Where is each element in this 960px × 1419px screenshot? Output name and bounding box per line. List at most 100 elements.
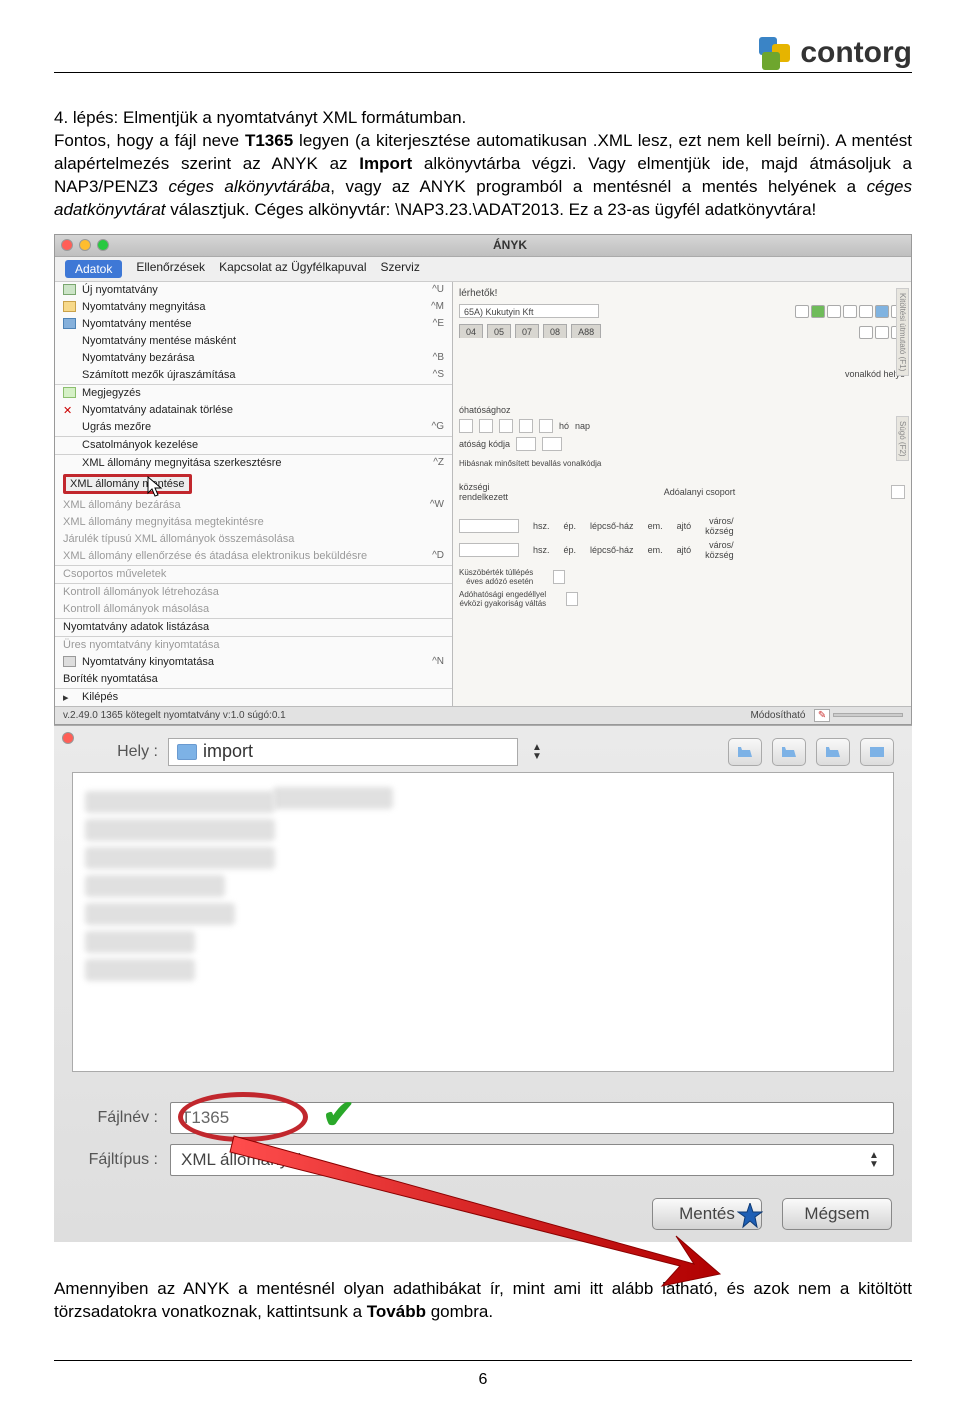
kuszob-label: Küszöbérték túllépés éves adózó esetén: [459, 568, 533, 586]
file-list[interactable]: [72, 772, 894, 1072]
nav-home-button[interactable]: [772, 738, 806, 766]
anyk-form-background: Kitöltési útmutató (F1) Súgó (F2) lérhet…: [453, 282, 911, 706]
mi-xml-megnyitas-szerk[interactable]: XML állomány megnyitása szerkesztésre^Z: [55, 455, 452, 472]
save-icon[interactable]: [875, 305, 889, 318]
adohat-label: Adóhatósági engedéllyel évközi gyakorisá…: [459, 590, 546, 608]
filename-highlight-annotation: [178, 1092, 308, 1142]
nav-up-button[interactable]: [728, 738, 762, 766]
cancel-button[interactable]: Mégsem: [782, 1198, 892, 1230]
p1-t9: céges alkönyvtárába: [168, 177, 330, 196]
window-title: ÁNYK: [115, 238, 905, 252]
folder-icon: [177, 744, 197, 760]
mi-csatolmanyok[interactable]: Csatolmányok kezelése: [55, 437, 452, 454]
lerhetok-label: lérhetők!: [459, 288, 905, 299]
p2-t2: Tovább: [367, 1302, 426, 1321]
save-dialog: Hely : import ▲▼: [54, 725, 912, 1242]
mi-boritek[interactable]: Boríték nyomtatása: [55, 671, 452, 688]
filetype-dropdown[interactable]: XML állományok ▲▼: [170, 1144, 894, 1176]
location-dropdown[interactable]: import: [168, 738, 518, 766]
check-icon[interactable]: [811, 305, 825, 318]
intro-paragraph: 4. lépés: Elmentjük a nyomtatványt XML f…: [54, 107, 912, 222]
menubar: Adatok Ellenőrzések Kapcsolat az Ügyfélk…: [55, 257, 911, 282]
company-field[interactable]: 65A) Kukutyin Kft: [459, 304, 599, 318]
mi-kilepes[interactable]: ▸Kilépés: [55, 689, 452, 706]
mi-megnyitas[interactable]: Nyomtatvány megnyitása^M: [55, 299, 452, 316]
adatok-dropdown: Új nyomtatvány^U Nyomtatvány megnyitása^…: [55, 282, 453, 706]
cursor-star-icon: [737, 1203, 763, 1229]
anyk-window: ÁNYK Adatok Ellenőrzések Kapcsolat az Üg…: [54, 234, 912, 725]
dialog-close-icon[interactable]: [62, 732, 74, 744]
mi-adat-listazas[interactable]: Nyomtatvány adatok listázása: [55, 619, 452, 636]
p2-t3: gombra.: [426, 1302, 493, 1321]
menu-ellenorzesek[interactable]: Ellenőrzések: [136, 260, 205, 278]
mi-uj-nyomtatvany[interactable]: Új nyomtatvány^U: [55, 282, 452, 299]
location-spinner[interactable]: ▲▼: [528, 743, 546, 761]
page-header: contorg: [54, 36, 912, 73]
p1-t12: választjuk. Céges alkönyvtár: \NAP3.23.\…: [166, 200, 817, 219]
zoom-icon[interactable]: [97, 239, 109, 251]
mi-nyomtat[interactable]: Nyomtatvány kinyomtatása^N: [55, 654, 452, 671]
mi-bezaras[interactable]: Nyomtatvány bezárása^B: [55, 350, 452, 367]
filetype-spinner[interactable]: ▲▼: [865, 1151, 883, 1169]
status-right: Módosítható: [750, 710, 805, 721]
p1-t3: T1365: [245, 131, 293, 150]
tab-a88[interactable]: A88: [571, 324, 601, 338]
adoalanyi-label: Adóalanyi csoport: [664, 487, 736, 497]
mi-megjegyzes[interactable]: Megjegyzés: [55, 385, 452, 402]
closing-paragraph: Amennyiben az ANYK a mentésnél olyan ada…: [54, 1278, 912, 1324]
toolbar-icon[interactable]: [843, 305, 857, 318]
mi-ures-nyomtat: Üres nyomtatvány kinyomtatása: [55, 637, 452, 654]
mi-adatok-torles[interactable]: ✕Nyomtatvány adatainak törlése: [55, 402, 452, 419]
mi-ujraszamitas[interactable]: Számított mezők újraszámítása^S: [55, 367, 452, 384]
status-bar: v.2.49.0 1365 kötegelt nyomtatvány v:1.0…: [55, 706, 911, 724]
minimize-icon[interactable]: [79, 239, 91, 251]
tab-05[interactable]: 05: [487, 324, 511, 338]
mi-kontroll-letrehoz: Kontroll állományok létrehozása: [55, 584, 452, 601]
side-help-f2[interactable]: Súgó (F2): [896, 416, 909, 462]
brand-text: contorg: [800, 36, 912, 70]
tab-07[interactable]: 07: [515, 324, 539, 338]
p1-t4: legyen (a kiterjesztése automatikusan: [293, 131, 593, 150]
toolbar-icon[interactable]: [859, 305, 873, 318]
checkmark-icon: ✔: [322, 1092, 356, 1138]
menu-kapcsolat[interactable]: Kapcsolat az Ügyfélkapuval: [219, 260, 366, 278]
side-help-f1[interactable]: Kitöltési útmutató (F1): [896, 288, 909, 376]
logo-icon: [758, 36, 794, 70]
cursor-icon: [147, 476, 165, 498]
fajltipus-label: Fájltípus :: [72, 1151, 158, 1169]
p1-t7: Import: [359, 154, 412, 173]
save-button[interactable]: Mentés: [652, 1198, 762, 1230]
pencil-icon: ✎: [814, 709, 830, 722]
p1-t10: , vagy az ANYK programból a mentésnél a …: [330, 177, 866, 196]
hely-label: Hely :: [72, 743, 158, 761]
mi-csoportos: Csoportos műveletek: [55, 566, 452, 583]
mi-jarulek-xml: Járulék típusú XML állományok összemásol…: [55, 531, 452, 548]
nav-first-icon[interactable]: [859, 326, 873, 339]
mi-xml-bezaras: XML állomány bezárása^W: [55, 497, 452, 514]
nav-desktop-button[interactable]: [860, 738, 894, 766]
mi-mentes[interactable]: Nyomtatvány mentése^E: [55, 316, 452, 333]
nav-new-folder-button[interactable]: [816, 738, 850, 766]
location-value: import: [203, 741, 253, 762]
hatosag-label: óhatósághoz: [459, 405, 511, 415]
close-icon[interactable]: [61, 239, 73, 251]
toolbar-icon[interactable]: [827, 305, 841, 318]
status-left: v.2.49.0 1365 kötegelt nyomtatvány v:1.0…: [63, 710, 286, 721]
toolbar-icon[interactable]: [795, 305, 809, 318]
mi-mentes-maskent[interactable]: Nyomtatvány mentése másként: [55, 333, 452, 350]
mi-xml-mentese[interactable]: XML állomány mentése: [55, 472, 452, 497]
p1-t2: Fontos, hogy a fájl neve: [54, 131, 245, 150]
p1-t1: 4. lépés: Elmentjük a nyomtatványt XML f…: [54, 108, 466, 127]
fajlnev-label: Fájlnév :: [72, 1109, 158, 1127]
mi-xml-megtek: XML állomány megnyitása megtekintésre: [55, 514, 452, 531]
mi-xml-ellenorzes: XML állomány ellenőrzése és átadása elek…: [55, 548, 452, 565]
atosag-label: atóság kódja: [459, 439, 510, 449]
mi-ugras-mezore[interactable]: Ugrás mezőre^G: [55, 419, 452, 436]
menu-adatok[interactable]: Adatok: [65, 260, 122, 278]
page-footer: 6: [54, 1360, 912, 1389]
mi-kontroll-masol: Kontroll állományok másolása: [55, 601, 452, 618]
tab-08[interactable]: 08: [543, 324, 567, 338]
tab-04[interactable]: 04: [459, 324, 483, 338]
nav-prev-icon[interactable]: [875, 326, 889, 339]
menu-szerviz[interactable]: Szerviz: [380, 260, 419, 278]
